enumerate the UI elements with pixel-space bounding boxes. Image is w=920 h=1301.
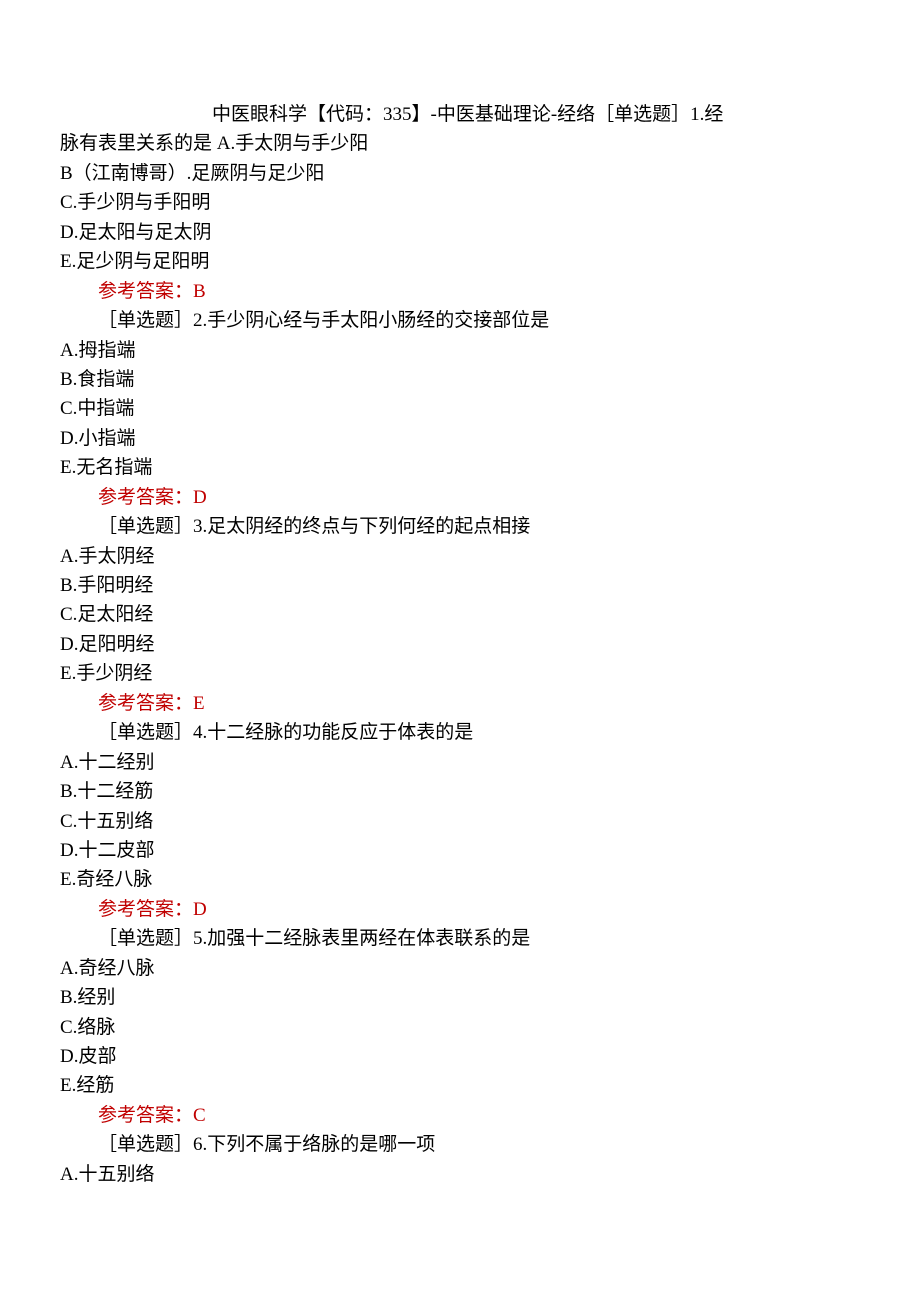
q4-option-a: A.十二经别	[60, 748, 860, 777]
q2-option-d: D.小指端	[60, 424, 860, 453]
q5-option-d: D.皮部	[60, 1042, 860, 1071]
q1-option-c: C.手少阴与手阳明	[60, 188, 860, 217]
q3-stem: ［单选题］3.足太阴经的终点与下列何经的起点相接	[60, 512, 860, 541]
q2-answer: 参考答案：D	[60, 483, 860, 512]
q5-option-b: B.经别	[60, 983, 860, 1012]
q6-stem: ［单选题］6.下列不属于络脉的是哪一项	[60, 1130, 860, 1159]
q4-option-c: C.十五别络	[60, 807, 860, 836]
q5-option-c: C.络脉	[60, 1013, 860, 1042]
q3-answer: 参考答案：E	[60, 689, 860, 718]
q6-option-a: A.十五别络	[60, 1160, 860, 1189]
q4-option-e: E.奇经八脉	[60, 865, 860, 894]
doc-title-line-1: 中医眼科学【代码：335】-中医基础理论-经络［单选题］1.经	[60, 100, 860, 129]
q5-stem: ［单选题］5.加强十二经脉表里两经在体表联系的是	[60, 924, 860, 953]
q1-option-e: E.足少阴与足阳明	[60, 247, 860, 276]
q1-option-b: B（江南博哥）.足厥阴与足少阳	[60, 159, 860, 188]
q4-answer: 参考答案：D	[60, 895, 860, 924]
q4-option-d: D.十二皮部	[60, 836, 860, 865]
q2-option-c: C.中指端	[60, 394, 860, 423]
q3-option-c: C.足太阳经	[60, 600, 860, 629]
q4-option-b: B.十二经筋	[60, 777, 860, 806]
q5-option-a: A.奇经八脉	[60, 954, 860, 983]
q3-option-e: E.手少阴经	[60, 659, 860, 688]
q1-answer: 参考答案：B	[60, 277, 860, 306]
q5-option-e: E.经筋	[60, 1071, 860, 1100]
q2-option-a: A.拇指端	[60, 336, 860, 365]
q5-answer: 参考答案：C	[60, 1101, 860, 1130]
q1-option-d: D.足太阳与足太阴	[60, 218, 860, 247]
q2-stem: ［单选题］2.手少阴心经与手太阳小肠经的交接部位是	[60, 306, 860, 335]
q4-stem: ［单选题］4.十二经脉的功能反应于体表的是	[60, 718, 860, 747]
q3-option-b: B.手阳明经	[60, 571, 860, 600]
q2-option-b: B.食指端	[60, 365, 860, 394]
q3-option-a: A.手太阴经	[60, 542, 860, 571]
q3-option-d: D.足阳明经	[60, 630, 860, 659]
doc-title-line-2: 脉有表里关系的是 A.手太阴与手少阳	[60, 129, 860, 158]
q2-option-e: E.无名指端	[60, 453, 860, 482]
